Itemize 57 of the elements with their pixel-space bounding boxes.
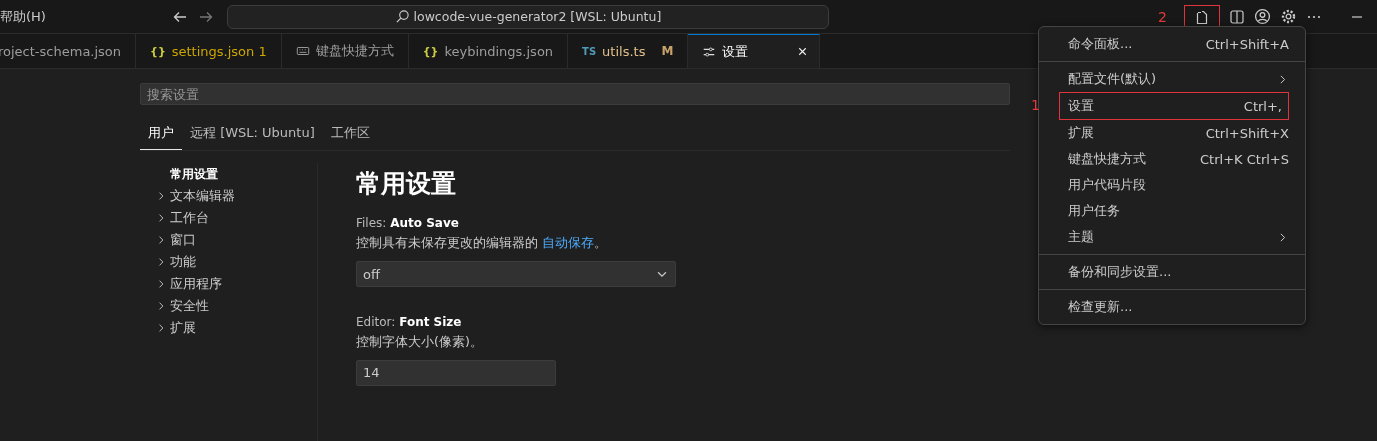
keyboard-shortcut: Ctrl+K Ctrl+S — [1200, 151, 1289, 167]
menu-item[interactable]: 用户任务 — [1039, 198, 1305, 224]
tab-label: utils.ts — [602, 43, 646, 59]
menu-item[interactable]: 键盘快捷方式 Ctrl+K Ctrl+S — [1039, 146, 1305, 172]
annotation-number: 1 — [1031, 97, 1040, 113]
command-center[interactable]: lowcode-vue-generator2 [WSL: Ubuntu] — [226, 4, 829, 29]
keyboard-icon — [295, 44, 310, 58]
scope-tab[interactable]: 远程 [WSL: Ubuntu] — [182, 121, 323, 150]
scope-tab[interactable]: 用户 — [140, 121, 182, 150]
tab-label: keybindings.json — [444, 43, 554, 59]
tree-item[interactable]: 应用程序 — [155, 273, 222, 295]
tree-item[interactable]: 窗口 — [155, 229, 196, 251]
menu-item[interactable]: 主题 — [1039, 224, 1305, 250]
typescript-icon: TS — [582, 45, 597, 57]
tab-label: settings.json 1 — [171, 43, 267, 59]
menu-item[interactable]: 用户代码片段 — [1039, 172, 1305, 198]
setting-description: 控制字体大小(像素)。 — [356, 334, 484, 351]
keyboard-shortcut: Ctrl+Shift+A — [1205, 36, 1289, 52]
modified-label: M — [661, 44, 674, 58]
tree-item[interactable]: 工作台 — [155, 207, 209, 229]
menu-item[interactable]: 检查更新... — [1039, 294, 1305, 320]
tab-label: roject-schema.json — [0, 43, 122, 59]
keyboard-shortcut: Ctrl+Shift+X — [1205, 125, 1289, 141]
setting-title: Editor: Font Size — [356, 315, 463, 329]
braces-icon: {} — [150, 44, 166, 58]
account-icon[interactable] — [1254, 8, 1271, 25]
scope-tab[interactable]: 工作区 — [322, 121, 378, 150]
settings-icon[interactable] — [1280, 8, 1297, 25]
editor-tab[interactable]: 设置 — [688, 34, 821, 68]
menu-item[interactable]: 命令面板... Ctrl+Shift+A — [1039, 31, 1305, 57]
keyboard-shortcut: Ctrl+, — [1243, 98, 1282, 114]
settings-link[interactable]: 自动保存 — [542, 235, 594, 250]
tree-item[interactable]: 功能 — [155, 251, 196, 273]
document-icon[interactable] — [1194, 8, 1210, 25]
braces-icon: {} — [422, 44, 439, 58]
split-layout-icon[interactable] — [1229, 8, 1245, 25]
menu-bar-item[interactable]: 帮助(H) — [0, 7, 46, 26]
menu-item[interactable]: 备份和同步设置... — [1039, 259, 1305, 285]
menu-item[interactable]: 设置 Ctrl+, — [1060, 93, 1288, 119]
tree-item[interactable]: 文本编辑器 — [155, 185, 235, 207]
editor-tab[interactable]: roject-schema.json — [0, 34, 137, 68]
setting-description: 控制具有未保存更改的编辑器的 自动保存。 — [356, 235, 608, 252]
dropdown[interactable]: off — [356, 261, 676, 287]
search-icon — [394, 9, 410, 24]
number-input-field[interactable]: 14 — [356, 360, 556, 386]
menu-item[interactable]: 扩展 Ctrl+Shift+X — [1039, 120, 1305, 146]
tab-label: 设置 — [722, 42, 749, 61]
search-settings-field[interactable]: 搜索设置 — [140, 83, 1010, 105]
menu-item[interactable]: 配置文件(默认) — [1039, 66, 1305, 92]
tree-item[interactable]: 常用设置 — [155, 163, 218, 185]
annotation-number: 2 — [1158, 8, 1167, 25]
section-heading: 常用设置 — [356, 168, 457, 200]
sliders-icon — [702, 44, 717, 59]
tree-item[interactable]: 扩展 — [155, 317, 196, 339]
tree-item[interactable]: 安全性 — [155, 295, 209, 317]
tab-label: 键盘快捷方式 — [315, 42, 394, 60]
setting-title: Files: Auto Save — [356, 216, 460, 230]
